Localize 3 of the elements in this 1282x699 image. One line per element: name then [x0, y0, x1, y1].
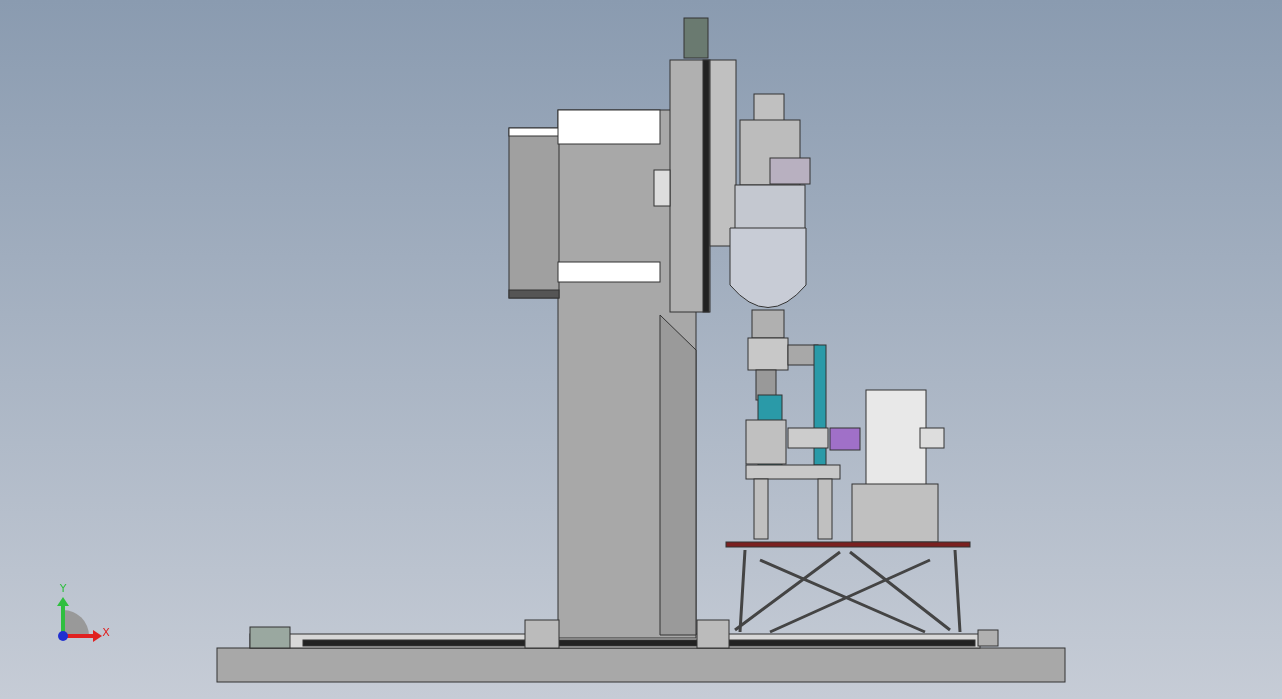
axis-label: X [102, 626, 110, 639]
axis-label: Y [59, 582, 67, 595]
axis-triad-icon [57, 597, 102, 642]
